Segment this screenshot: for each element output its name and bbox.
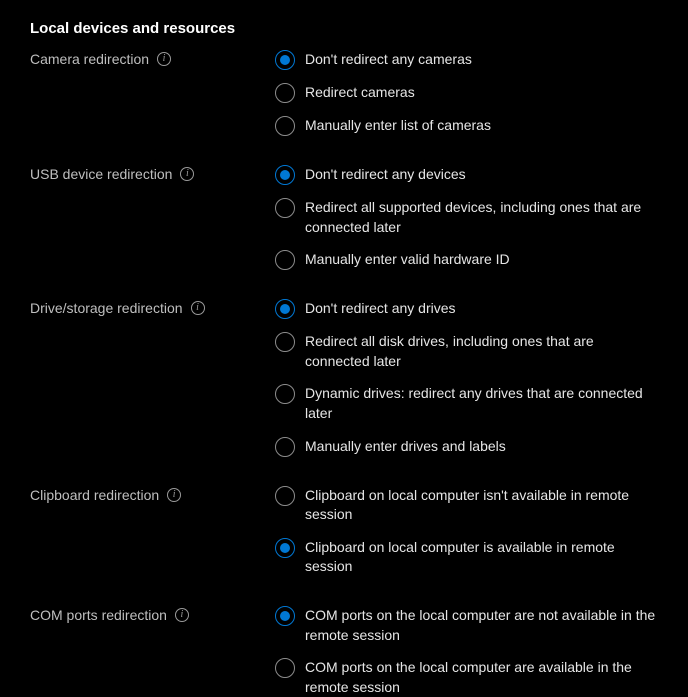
setting-label: Drive/storage redirection i bbox=[30, 298, 275, 316]
radio-label: Redirect cameras bbox=[305, 82, 415, 103]
radio-button[interactable] bbox=[275, 658, 295, 678]
radio-button[interactable] bbox=[275, 50, 295, 70]
radio-button[interactable] bbox=[275, 384, 295, 404]
radio-option[interactable]: Dynamic drives: redirect any drives that… bbox=[275, 383, 658, 423]
setting-group-clipboard-redirection: Clipboard redirection i Clipboard on local… bbox=[30, 485, 658, 577]
radio-option[interactable]: Don't redirect any drives bbox=[275, 298, 658, 319]
radio-option[interactable]: Manually enter list of cameras bbox=[275, 115, 658, 136]
info-icon[interactable]: i bbox=[180, 167, 194, 181]
setting-group-camera-redirection: Camera redirection i Don't redirect any ca… bbox=[30, 49, 658, 136]
radio-label: Redirect all supported devices, includin… bbox=[305, 197, 658, 237]
radio-options: COM ports on the local computer are not … bbox=[275, 605, 658, 697]
radio-label: Manually enter list of cameras bbox=[305, 115, 491, 136]
radio-label: Manually enter drives and labels bbox=[305, 436, 506, 457]
radio-option[interactable]: Clipboard on local computer is available… bbox=[275, 537, 658, 577]
radio-button[interactable] bbox=[275, 116, 295, 136]
info-icon[interactable]: i bbox=[191, 301, 205, 315]
info-icon[interactable]: i bbox=[157, 52, 171, 66]
radio-label: Don't redirect any devices bbox=[305, 164, 466, 185]
radio-label: Clipboard on local computer isn't availa… bbox=[305, 485, 658, 525]
info-icon[interactable]: i bbox=[175, 608, 189, 622]
radio-button[interactable] bbox=[275, 83, 295, 103]
setting-label-text: COM ports redirection bbox=[30, 607, 167, 623]
radio-option[interactable]: Manually enter drives and labels bbox=[275, 436, 658, 457]
radio-option[interactable]: Redirect all disk drives, including ones… bbox=[275, 331, 658, 371]
setting-label-text: Clipboard redirection bbox=[30, 487, 159, 503]
setting-label-text: Drive/storage redirection bbox=[30, 300, 183, 316]
setting-label: Clipboard redirection i bbox=[30, 485, 275, 503]
setting-group-drive-storage-redirection: Drive/storage redirection i Don't redirect… bbox=[30, 298, 658, 456]
radio-label: Don't redirect any cameras bbox=[305, 49, 472, 70]
section-title: Local devices and resources bbox=[30, 20, 658, 37]
setting-label: COM ports redirection i bbox=[30, 605, 275, 623]
radio-button[interactable] bbox=[275, 606, 295, 626]
radio-label: Manually enter valid hardware ID bbox=[305, 249, 510, 270]
radio-button[interactable] bbox=[275, 299, 295, 319]
radio-button[interactable] bbox=[275, 198, 295, 218]
radio-option[interactable]: Redirect all supported devices, includin… bbox=[275, 197, 658, 237]
radio-button[interactable] bbox=[275, 538, 295, 558]
setting-label: Camera redirection i bbox=[30, 49, 275, 67]
radio-options: Clipboard on local computer isn't availa… bbox=[275, 485, 658, 577]
radio-options: Don't redirect any drives Redirect all di… bbox=[275, 298, 658, 456]
radio-option[interactable]: Manually enter valid hardware ID bbox=[275, 249, 658, 270]
radio-label: Don't redirect any drives bbox=[305, 298, 456, 319]
radio-button[interactable] bbox=[275, 486, 295, 506]
radio-label: Clipboard on local computer is available… bbox=[305, 537, 658, 577]
radio-button[interactable] bbox=[275, 437, 295, 457]
radio-options: Don't redirect any devices Redirect all s… bbox=[275, 164, 658, 270]
setting-group-com-ports-redirection: COM ports redirection i COM ports on the l… bbox=[30, 605, 658, 697]
radio-label: Redirect all disk drives, including ones… bbox=[305, 331, 658, 371]
radio-options: Don't redirect any cameras Redirect camer… bbox=[275, 49, 658, 136]
radio-option[interactable]: Don't redirect any devices bbox=[275, 164, 658, 185]
radio-button[interactable] bbox=[275, 250, 295, 270]
setting-label: USB device redirection i bbox=[30, 164, 275, 182]
radio-button[interactable] bbox=[275, 165, 295, 185]
setting-label-text: USB device redirection bbox=[30, 166, 172, 182]
radio-label: Dynamic drives: redirect any drives that… bbox=[305, 383, 658, 423]
radio-button[interactable] bbox=[275, 332, 295, 352]
setting-label-text: Camera redirection bbox=[30, 51, 149, 67]
radio-option[interactable]: COM ports on the local computer are avai… bbox=[275, 657, 658, 697]
radio-option[interactable]: Don't redirect any cameras bbox=[275, 49, 658, 70]
radio-option[interactable]: Clipboard on local computer isn't availa… bbox=[275, 485, 658, 525]
radio-label: COM ports on the local computer are avai… bbox=[305, 657, 658, 697]
radio-option[interactable]: Redirect cameras bbox=[275, 82, 658, 103]
setting-group-usb-device-redirection: USB device redirection i Don't redirect an… bbox=[30, 164, 658, 270]
info-icon[interactable]: i bbox=[167, 488, 181, 502]
